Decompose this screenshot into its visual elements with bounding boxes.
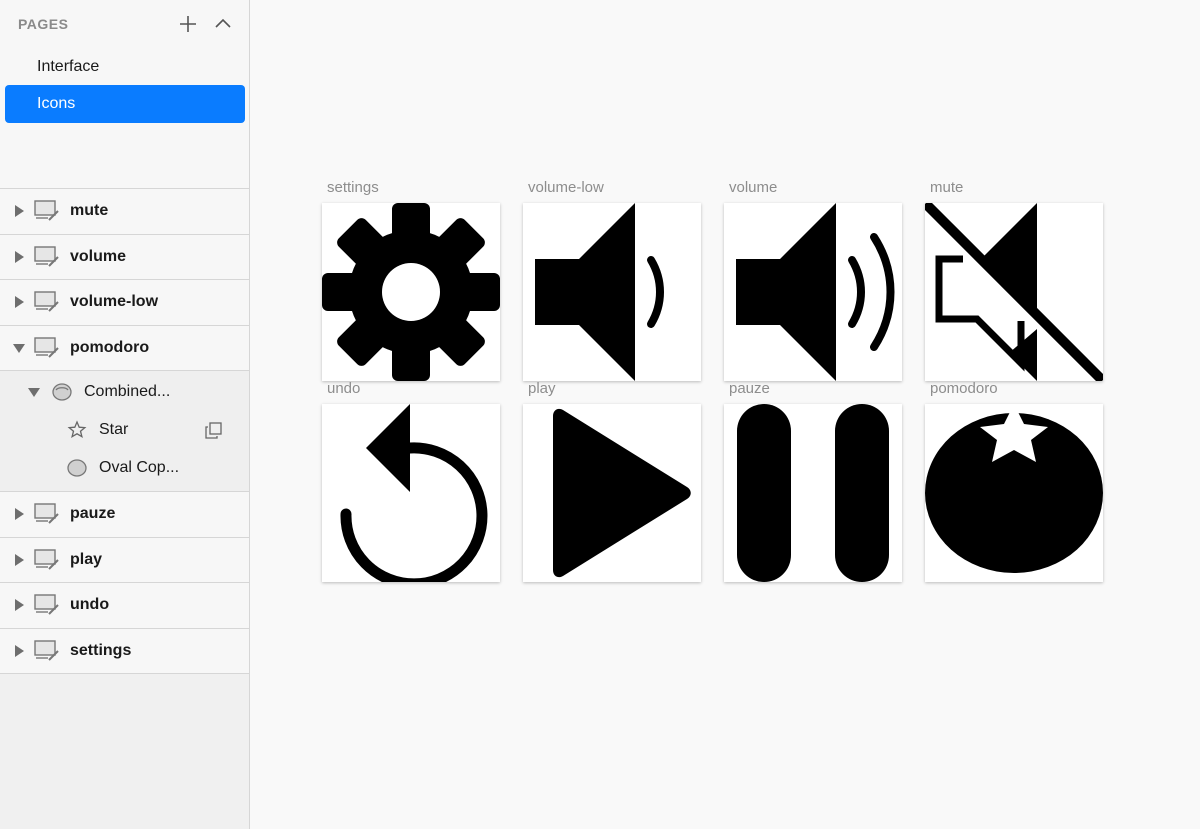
pages-section: PAGES Interface Icons xyxy=(0,0,249,189)
layer-label: pomodoro xyxy=(70,338,150,356)
layer-label: volume-low xyxy=(70,293,159,311)
layer-settings[interactable]: settings xyxy=(0,628,249,674)
artboard-volume-low[interactable] xyxy=(523,203,701,381)
layer-label: Oval Cop... xyxy=(99,459,180,476)
star-icon xyxy=(67,420,87,439)
volume-low-icon xyxy=(535,203,664,381)
artboard-play[interactable] xyxy=(523,404,701,582)
canvas[interactable]: settings volume-low volume mute undo pla… xyxy=(250,0,1200,829)
layer-label: undo xyxy=(70,596,110,614)
artboard-label-pomodoro[interactable]: pomodoro xyxy=(930,380,998,397)
artboard-mute[interactable] xyxy=(925,203,1103,381)
page-item-icons[interactable]: Icons xyxy=(5,85,245,123)
artboard-label-volume[interactable]: volume xyxy=(729,179,777,196)
page-label: Interface xyxy=(37,58,100,75)
disclosure-right-icon[interactable] xyxy=(13,250,25,263)
layer-play[interactable]: play xyxy=(0,537,249,583)
artboard-label-volume-low[interactable]: volume-low xyxy=(528,179,604,196)
layer-volume-low[interactable]: volume-low xyxy=(0,280,249,326)
artboard-label-mute[interactable]: mute xyxy=(930,179,963,196)
layer-combined-shape[interactable]: Combined... xyxy=(0,373,249,411)
artboard-icon xyxy=(34,640,59,661)
chevron-up-icon[interactable] xyxy=(214,15,232,33)
disclosure-right-icon[interactable] xyxy=(13,553,25,566)
add-page-icon[interactable] xyxy=(179,15,197,33)
disclosure-right-icon[interactable] xyxy=(13,296,25,309)
artboard-pomodoro[interactable] xyxy=(925,404,1103,582)
layer-label: pauze xyxy=(70,505,116,523)
layer-label: mute xyxy=(70,202,109,220)
artboard-settings[interactable] xyxy=(322,203,500,381)
disclosure-right-icon[interactable] xyxy=(13,644,25,657)
layer-pauze[interactable]: pauze xyxy=(0,492,249,538)
artboard-icon xyxy=(34,594,59,615)
artboard-pauze[interactable] xyxy=(724,404,902,582)
volume-icon xyxy=(736,203,895,381)
disclosure-right-icon[interactable] xyxy=(13,205,25,218)
pages-title: PAGES xyxy=(18,16,69,32)
page-item-interface[interactable]: Interface xyxy=(5,48,245,86)
artboard-label-settings[interactable]: settings xyxy=(327,179,379,196)
artboard-label-undo[interactable]: undo xyxy=(327,380,360,397)
oval-icon xyxy=(67,459,87,477)
pages-header: PAGES xyxy=(18,15,232,33)
layer-oval-copy[interactable]: Oval Cop... xyxy=(0,449,249,487)
layer-star[interactable]: Star xyxy=(0,411,249,449)
combined-shape-icon xyxy=(52,383,72,401)
disclosure-down-icon[interactable] xyxy=(13,342,25,354)
artboard-undo[interactable] xyxy=(322,404,500,582)
layer-label: settings xyxy=(70,641,132,659)
tomato-icon xyxy=(925,404,1103,573)
artboard-icon xyxy=(34,291,59,312)
layer-label: Combined... xyxy=(84,383,171,400)
layer-label: volume xyxy=(70,247,127,265)
mute-icon xyxy=(925,203,1103,381)
artboard-icon xyxy=(34,549,59,570)
layer-label: Star xyxy=(99,421,129,438)
artboard-icon xyxy=(34,503,59,524)
play-icon xyxy=(553,408,691,578)
pause-icon xyxy=(737,404,889,582)
artboard-label-play[interactable]: play xyxy=(528,380,556,397)
artboard-icon xyxy=(34,200,59,221)
disclosure-right-icon[interactable] xyxy=(13,599,25,612)
layer-list: mute volume volume-low pomodoro Combined… xyxy=(0,189,249,674)
disclosure-down-icon[interactable] xyxy=(28,386,40,398)
layer-volume[interactable]: volume xyxy=(0,234,249,280)
undo-icon xyxy=(340,404,488,582)
copy-icon[interactable] xyxy=(205,422,222,439)
layer-mute[interactable]: mute xyxy=(0,189,249,235)
sidebar: PAGES Interface Icons mute volume volume… xyxy=(0,0,250,829)
artboard-icon xyxy=(34,337,59,358)
artboard-label-pauze[interactable]: pauze xyxy=(729,380,770,397)
disclosure-right-icon[interactable] xyxy=(13,508,25,521)
pomodoro-children: Combined... Star Oval Cop... xyxy=(0,371,249,492)
artboard-volume[interactable] xyxy=(724,203,902,381)
gear-icon xyxy=(322,203,500,381)
layer-label: play xyxy=(70,550,103,568)
page-label: Icons xyxy=(37,95,76,112)
layer-pomodoro[interactable]: pomodoro xyxy=(0,325,249,371)
artboard-icon xyxy=(34,246,59,267)
layer-undo[interactable]: undo xyxy=(0,583,249,629)
